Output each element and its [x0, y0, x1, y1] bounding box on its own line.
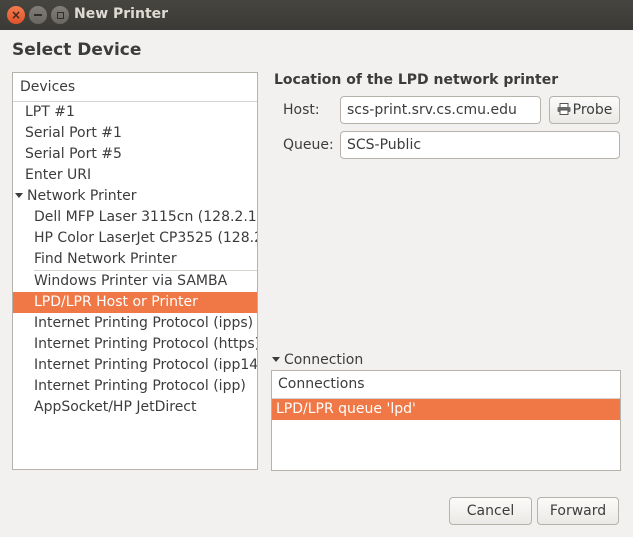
new-printer-dialog: × New Printer Select Device Devices LPT …: [0, 0, 633, 537]
device-item-find-network-printer[interactable]: Find Network Printer: [13, 249, 257, 270]
minimize-icon[interactable]: [29, 6, 47, 24]
device-item-serial-port-5[interactable]: Serial Port #5: [13, 144, 257, 165]
forward-button[interactable]: Forward: [537, 497, 619, 525]
device-item-dell-mfp[interactable]: Dell MFP Laser 3115cn (128.2.193: [13, 207, 257, 228]
device-group-label: Network Printer: [27, 188, 137, 204]
device-item-serial-port-1[interactable]: Serial Port #1: [13, 123, 257, 144]
connection-item-lpd[interactable]: LPD/LPR queue 'lpd': [272, 399, 620, 420]
expander-down-icon[interactable]: [15, 192, 23, 198]
page-title: Select Device: [12, 40, 142, 60]
device-item-ipp[interactable]: Internet Printing Protocol (ipp): [13, 376, 257, 397]
maximize-icon[interactable]: [51, 6, 69, 24]
device-item-ipp-https[interactable]: Internet Printing Protocol (https): [13, 334, 257, 355]
printer-icon: [557, 103, 571, 115]
device-item-ipp-ipps[interactable]: Internet Printing Protocol (ipps): [13, 313, 257, 334]
device-item-lpd-lpr[interactable]: LPD/LPR Host or Printer: [13, 292, 257, 313]
device-group-network-printer[interactable]: Network Printer: [13, 186, 257, 207]
host-input[interactable]: scs-print.srv.cs.cmu.edu: [340, 96, 541, 124]
queue-label: Queue:: [283, 137, 334, 153]
window-title: New Printer: [74, 6, 169, 22]
device-item-appsocket[interactable]: AppSocket/HP JetDirect: [13, 397, 257, 418]
devices-header[interactable]: Devices: [13, 73, 257, 102]
host-label: Host:: [283, 102, 320, 118]
close-icon[interactable]: ×: [7, 6, 25, 24]
connection-expander-label: Connection: [284, 352, 364, 368]
devices-list[interactable]: Devices LPT #1 Serial Port #1 Serial Por…: [12, 72, 258, 470]
title-bar[interactable]: × New Printer: [0, 0, 633, 30]
probe-button[interactable]: Probe: [549, 96, 620, 124]
expander-down-icon: [272, 356, 280, 362]
device-item-lpt1[interactable]: LPT #1: [13, 102, 257, 123]
device-item-windows-samba[interactable]: Windows Printer via SAMBA: [34, 270, 257, 292]
probe-label: Probe: [572, 102, 613, 118]
connection-expander[interactable]: Connection: [272, 352, 363, 368]
device-item-hp-color-laserjet[interactable]: HP Color LaserJet CP3525 (128.2.: [13, 228, 257, 249]
queue-input[interactable]: SCS-Public: [340, 131, 620, 159]
cancel-button[interactable]: Cancel: [449, 497, 532, 525]
device-item-enter-uri[interactable]: Enter URI: [13, 165, 257, 186]
connections-header[interactable]: Connections: [272, 371, 620, 399]
device-item-ipp14[interactable]: Internet Printing Protocol (ipp14: [13, 355, 257, 376]
connections-list[interactable]: Connections LPD/LPR queue 'lpd': [271, 370, 621, 471]
lpd-section-title: Location of the LPD network printer: [274, 72, 559, 88]
